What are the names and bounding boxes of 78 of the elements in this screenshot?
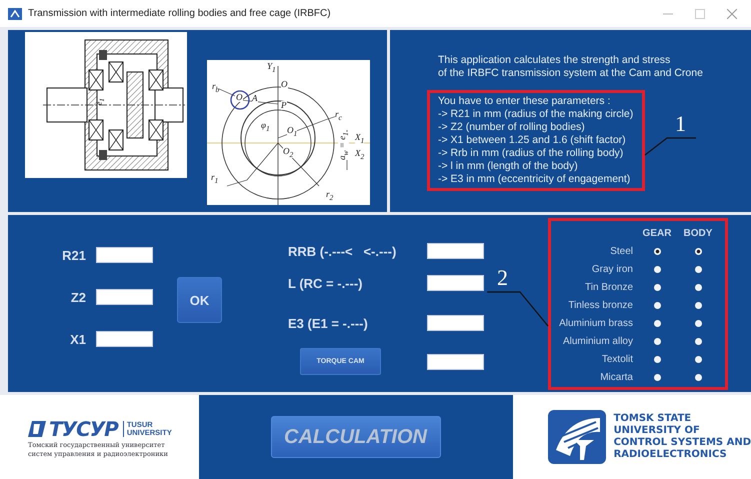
parameter-text: -> Rrb in mm (radius of the rolling body) [438, 147, 624, 160]
parameter-text: -> R21 in mm (radius of the making circle) [438, 108, 634, 121]
parameter-text: -> Z2 (number of rolling bodies) [438, 121, 586, 134]
callout-number: 1 [675, 113, 686, 135]
material-label: Tinless bronze [567, 300, 634, 310]
field-label: Z2 [70, 290, 86, 304]
app-icon [8, 8, 22, 20]
radio-button[interactable] [654, 338, 660, 344]
radio-button[interactable] [654, 320, 660, 326]
diagram-label: r$_{2}$ [326, 190, 334, 202]
window-title: Transmission with intermediate rolling bodies and free cage (IRBFC) [28, 8, 332, 19]
material-label: Gray iron [590, 264, 634, 274]
field-label: L (RC = -.---) [288, 276, 362, 290]
diagram-label: X$_{2}$ [355, 149, 364, 160]
field-label: RRB (-.---< <-.---) [288, 244, 396, 258]
radio-button[interactable] [654, 356, 660, 362]
radio-button[interactable] [694, 320, 702, 326]
input-field[interactable] [96, 289, 153, 305]
radio-button[interactable] [694, 302, 702, 308]
parameter-text: You have to enter these parameters : [438, 95, 612, 108]
logo-text: CONTROL SYSTEMS AND [614, 437, 751, 449]
close-icon[interactable] [727, 8, 737, 18]
input-field[interactable] [427, 354, 484, 370]
diagram-label: X$_{1}$ [355, 133, 364, 144]
field-label: R21 [62, 248, 86, 262]
logo-wordmark: ТУСУР [49, 417, 118, 441]
parameter-text: -> X1 between 1.25 and 1.6 (shift factor) [438, 134, 627, 147]
leader-line [487, 291, 548, 326]
input-field[interactable] [96, 331, 153, 347]
radio-button[interactable] [694, 374, 702, 380]
material-label: Micarta [599, 372, 634, 382]
logo-text: RADIOELECTRONICS [614, 449, 728, 461]
intro-text: of the IRBFC transmission system at the Cam and Crone [438, 67, 704, 80]
diagram-label: r$_{c}$ [335, 110, 342, 122]
diagram-label: O$_{2}$ [283, 147, 294, 158]
diagram-label: A [252, 94, 258, 103]
input-field[interactable] [427, 243, 484, 259]
input-field[interactable] [96, 247, 153, 263]
ok-button[interactable]: OK [177, 277, 222, 323]
radio-button[interactable] [694, 356, 702, 362]
diagram-label: P [281, 101, 286, 110]
logo-text: TOMSK STATE [614, 413, 692, 425]
diagram-label: O$_{1}$ [287, 126, 298, 138]
material-label: Tin Bronze [584, 282, 634, 292]
radio-button[interactable] [694, 266, 702, 272]
material-label: Steel [609, 246, 634, 256]
logo-icon [548, 410, 606, 464]
diagram-label: r$_{b}$ [212, 82, 220, 94]
input-field[interactable] [427, 315, 484, 331]
callout-number: 2 [497, 267, 508, 289]
parameter-text: -> l in mm (length of the body) [438, 160, 579, 173]
radio-button[interactable] [654, 302, 660, 308]
radio-button[interactable] [654, 374, 660, 380]
leader-line [644, 137, 696, 156]
radio-button[interactable] [694, 338, 702, 344]
radio-button[interactable] [694, 248, 702, 254]
input-field[interactable] [427, 275, 484, 291]
logo-icon [28, 421, 46, 437]
column-header: BODY [682, 228, 714, 238]
material-label: Aluminium brass [558, 318, 634, 328]
column-header: GEAR [642, 228, 672, 238]
diagram-label: Y$_{1}$ [267, 62, 276, 74]
parameter-text: -> E3 in mm (eccentricity of engagement) [438, 173, 632, 186]
radio-button[interactable] [654, 248, 660, 254]
radio-button[interactable] [654, 266, 660, 272]
calculation-button[interactable]: CALCULATION [270, 416, 441, 458]
logo-text: UNIVERSITY OF [614, 425, 701, 437]
diagram-label: O [281, 80, 288, 89]
diagram-label: φ$_{1}$ [261, 121, 270, 132]
material-label: Textolit [600, 354, 634, 364]
radio-button[interactable] [654, 284, 660, 290]
intro-text: This application calculates the strength and stress [438, 54, 672, 67]
diagram-label: r$_{1}$ [211, 173, 218, 184]
material-label: Aluminium alloy [562, 336, 634, 346]
field-label: X1 [70, 332, 86, 346]
radio-button[interactable] [694, 284, 702, 290]
field-label: E3 (E1 = -.---) [288, 316, 368, 330]
diagram-label: O [236, 93, 242, 102]
